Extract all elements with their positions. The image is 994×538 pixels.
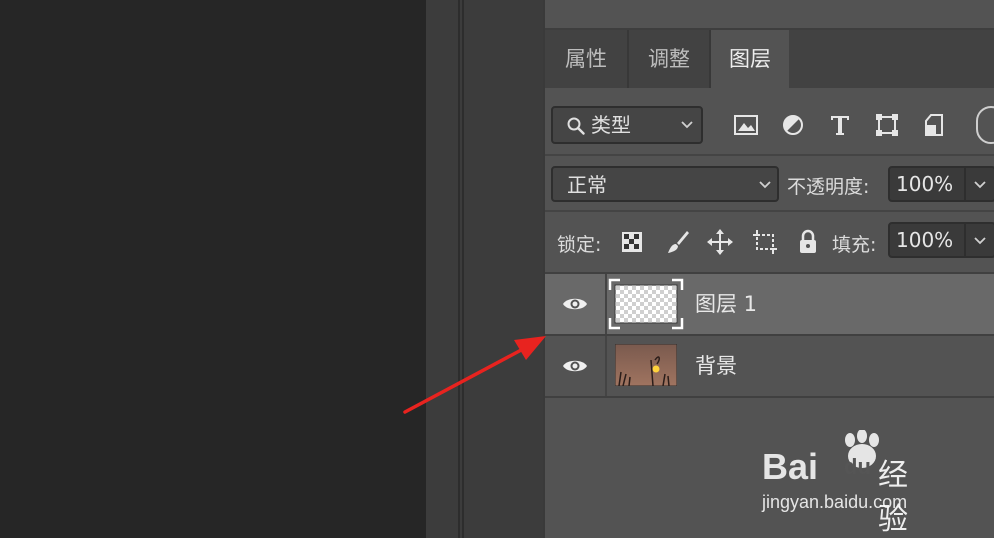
pixel-layer-filter-icon[interactable] (731, 110, 761, 140)
blend-mode-label: 正常 (567, 173, 607, 197)
opacity-input[interactable]: 100% (888, 166, 966, 202)
lock-position-icon[interactable] (705, 227, 735, 257)
lock-all-icon[interactable] (793, 227, 823, 257)
filter-kind-dropdown[interactable]: 类型 (551, 106, 703, 144)
chevron-down-icon (759, 181, 771, 189)
lock-row: 锁定: 填充: 100% (545, 212, 994, 272)
dock-divider (462, 0, 464, 538)
chevron-down-icon (681, 121, 693, 129)
lock-transparent-pixels-icon[interactable] (617, 227, 647, 257)
fill-input[interactable]: 100% (888, 222, 966, 258)
layer-visibility-toggle[interactable] (545, 336, 607, 396)
tab-adjustments[interactable]: 调整 (629, 30, 711, 88)
layer-name: 背景 (695, 354, 737, 378)
layer-thumbnail-transparent (608, 278, 684, 330)
tab-properties[interactable]: 属性 (545, 30, 629, 88)
watermark-brand: Bai (762, 446, 819, 487)
eye-icon (563, 298, 587, 310)
panel-tabs: 属性 调整 图层 (545, 30, 994, 88)
adjustment-layer-filter-icon[interactable] (778, 110, 808, 140)
blend-mode-dropdown[interactable]: 正常 (551, 166, 779, 202)
watermark-du: du (844, 454, 871, 479)
opacity-label: 不透明度: (787, 176, 870, 198)
chevron-down-icon (974, 237, 986, 245)
fill-dropdown-button[interactable] (966, 222, 994, 258)
chevron-down-icon (974, 181, 986, 189)
layer-thumbnail-sunset (615, 344, 677, 386)
dock-divider (458, 0, 460, 538)
lock-artboard-icon[interactable] (750, 227, 780, 257)
red-annotation-arrow (403, 336, 546, 414)
lock-image-pixels-icon[interactable] (663, 227, 693, 257)
layer-filter-row: 类型 (545, 96, 994, 156)
filter-toggle-switch[interactable] (976, 106, 994, 144)
document-canvas[interactable] (0, 0, 426, 538)
layer-visibility-toggle[interactable] (545, 274, 607, 334)
eye-icon (563, 360, 587, 372)
opacity-dropdown-button[interactable] (966, 166, 994, 202)
filter-kind-label: 类型 (591, 113, 631, 137)
search-icon (567, 117, 585, 135)
panel-top-strip (545, 0, 994, 30)
lock-label: 锁定: (557, 234, 602, 256)
fill-label: 填充: (832, 234, 877, 256)
type-layer-filter-icon[interactable] (825, 110, 855, 140)
tab-layers[interactable]: 图层 (711, 30, 789, 88)
shape-layer-filter-icon[interactable] (872, 110, 902, 140)
layer-row-layer1[interactable]: 图层 1 (545, 272, 994, 334)
blend-row: 正常 不透明度: 100% (545, 156, 994, 212)
layer-row-background[interactable]: 背景 (545, 334, 994, 398)
layer-name: 图层 1 (695, 292, 758, 316)
watermark-url: jingyan.baidu.com (762, 492, 908, 512)
smart-object-filter-icon[interactable] (919, 110, 949, 140)
panel-dock-gutter (426, 0, 543, 538)
